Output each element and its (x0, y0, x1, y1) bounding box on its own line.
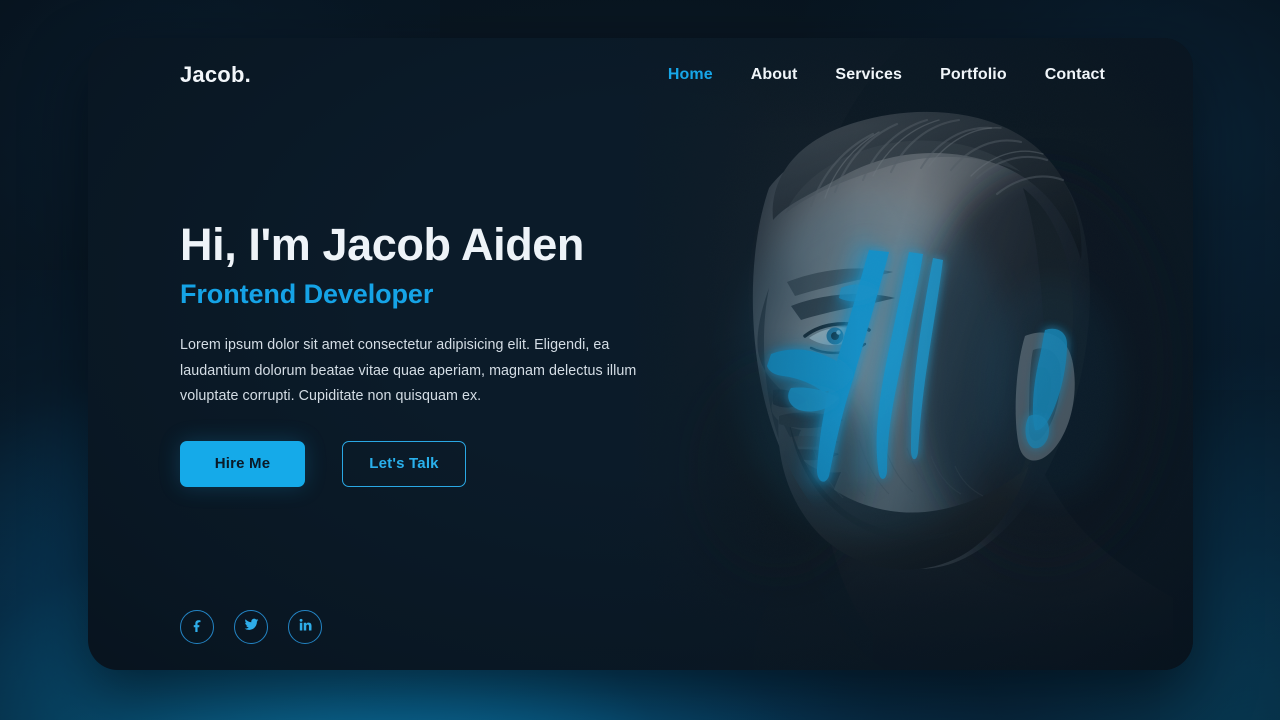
page-root: Jacob. Home About Services Portfolio Con… (0, 0, 1280, 720)
hero-subheading: Frontend Developer (180, 279, 434, 310)
twitter-link[interactable] (234, 610, 268, 644)
hero-description: Lorem ipsum dolor sit amet consectetur a… (180, 337, 637, 404)
navbar: Jacob. Home About Services Portfolio Con… (88, 38, 1193, 112)
hero-card: Jacob. Home About Services Portfolio Con… (88, 38, 1193, 670)
hero-button-group: Hire Me Let's Talk (180, 440, 700, 487)
linkedin-link[interactable] (288, 610, 322, 644)
facebook-link[interactable] (180, 610, 214, 644)
linkedin-icon (298, 617, 313, 637)
hero-heading: Hi, I'm Jacob Aiden (180, 219, 585, 270)
nav-link-home[interactable]: Home (668, 66, 713, 84)
nav-menu: Home About Services Portfolio Contact (668, 66, 1105, 84)
twitter-icon (244, 617, 259, 637)
nav-link-contact[interactable]: Contact (1045, 66, 1105, 84)
nav-link-portfolio[interactable]: Portfolio (940, 66, 1007, 84)
nav-link-services[interactable]: Services (835, 66, 902, 84)
brand-logo[interactable]: Jacob. (180, 62, 251, 88)
hero-content: Hi, I'm Jacob Aiden Frontend Developer L… (180, 219, 700, 487)
facebook-icon (190, 617, 205, 637)
lets-talk-button[interactable]: Let's Talk (342, 440, 466, 487)
social-links (180, 610, 322, 644)
hire-me-button[interactable]: Hire Me (180, 440, 305, 487)
nav-link-about[interactable]: About (751, 66, 798, 84)
